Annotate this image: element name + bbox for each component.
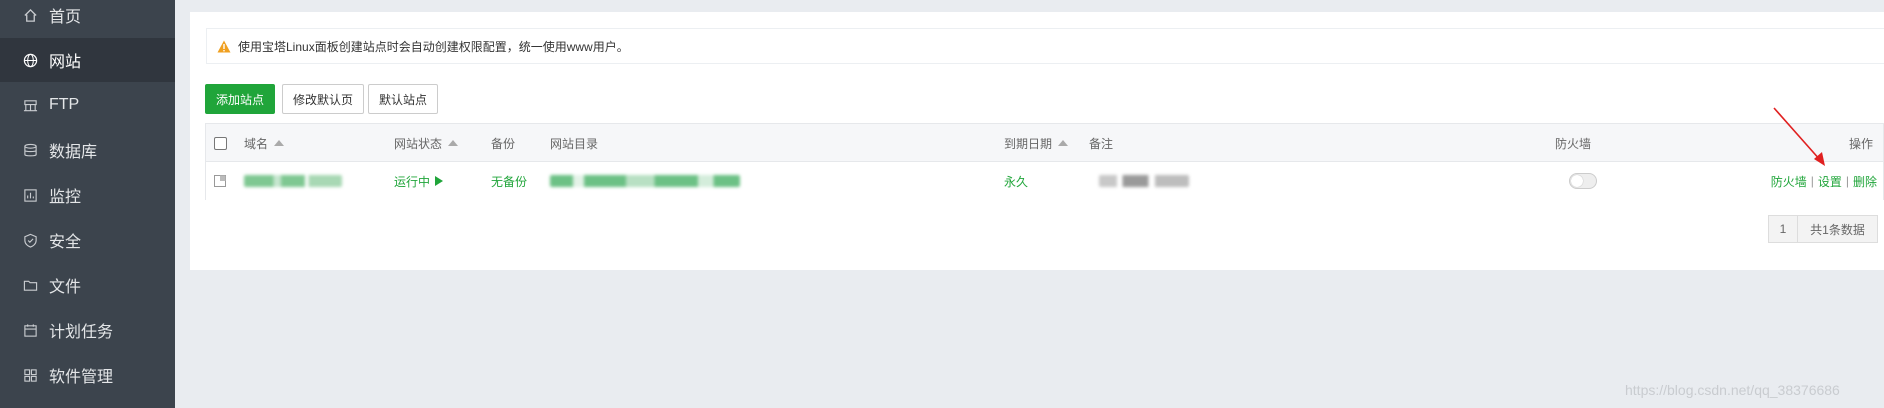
select-all-checkbox-cell[interactable] <box>214 124 227 162</box>
site-table: 域名 网站状态 备份 网站目录 到期日期 备注 防火墙 操作 运行中 无备份 永… <box>205 123 1884 200</box>
expire-date-link[interactable]: 永久 <box>1004 162 1028 200</box>
add-site-button[interactable]: 添加站点 <box>205 84 275 114</box>
ftp-icon <box>22 97 38 113</box>
default-site-button[interactable]: 默认站点 <box>368 84 438 114</box>
edit-default-page-button[interactable]: 修改默认页 <box>282 84 364 114</box>
database-icon <box>22 142 38 158</box>
sidebar-item-files[interactable]: 文件 <box>0 263 175 307</box>
sidebar-item-label: 监控 <box>49 189 82 206</box>
firewall-switch[interactable] <box>1569 173 1597 189</box>
status-text: 运行中 <box>394 174 431 189</box>
sidebar-item-label: 数据库 <box>49 144 98 161</box>
col-domain-label: 域名 <box>244 136 269 151</box>
monitor-icon <box>22 187 38 203</box>
pagination-total: 共1条数据 <box>1798 215 1878 243</box>
col-status-label: 网站状态 <box>394 136 443 151</box>
remark-field[interactable] <box>1099 162 1189 200</box>
col-status[interactable]: 网站状态 <box>394 124 459 162</box>
sidebar-item-website[interactable]: 网站 <box>0 38 175 82</box>
backup-link[interactable]: 无备份 <box>491 162 527 200</box>
col-domain[interactable]: 域名 <box>244 124 285 162</box>
shield-icon <box>22 232 38 248</box>
sidebar-item-label: FTP <box>49 96 80 113</box>
firewall-toggle[interactable] <box>1569 162 1597 200</box>
sidebar: 首页 网站 FTP 数据库 监控 安全 文件 计划任务 软件管理 <box>0 0 175 408</box>
row-expand-icon[interactable] <box>214 162 226 200</box>
col-backup: 备份 <box>491 136 516 151</box>
home-icon <box>22 7 38 23</box>
sidebar-item-ftp[interactable]: FTP <box>0 83 175 127</box>
col-expire[interactable]: 到期日期 <box>1004 124 1069 162</box>
warning-icon <box>217 40 231 53</box>
delete-action-link[interactable]: 删除 <box>1853 173 1877 190</box>
blurred-path <box>550 175 740 187</box>
firewall-action-link[interactable]: 防火墙 <box>1771 173 1807 190</box>
site-panel: 使用宝塔Linux面板创建站点时会自动创建权限配置，统一使用www用户。 添加站… <box>190 12 1884 270</box>
blurred-domain <box>244 175 342 187</box>
sidebar-item-label: 安全 <box>49 234 82 251</box>
table-row: 运行中 无备份 永久 防火墙 | 设置 | 删除 <box>206 162 1883 200</box>
sidebar-item-home[interactable]: 首页 <box>0 0 175 37</box>
notice-text: 使用宝塔Linux面板创建站点时会自动创建权限配置，统一使用www用户。 <box>238 39 629 54</box>
sidebar-item-label: 网站 <box>49 54 82 71</box>
sidebar-item-cron[interactable]: 计划任务 <box>0 308 175 352</box>
sidebar-item-software[interactable]: 软件管理 <box>0 353 175 397</box>
sort-up-icon[interactable] <box>448 140 459 146</box>
sidebar-item-monitor[interactable]: 监控 <box>0 173 175 217</box>
separator: | <box>1845 174 1849 188</box>
folder-icon <box>22 277 38 293</box>
status-toggle[interactable]: 运行中 <box>394 162 444 200</box>
sort-up-icon[interactable] <box>274 140 285 146</box>
sidebar-item-label: 首页 <box>49 9 82 26</box>
col-remark: 备注 <box>1089 136 1114 151</box>
col-root: 网站目录 <box>550 136 599 151</box>
globe-icon <box>22 52 38 68</box>
blurred-remark <box>1099 175 1189 187</box>
col-expire-label: 到期日期 <box>1004 136 1053 151</box>
site-root-link[interactable] <box>550 162 740 200</box>
notice-bar: 使用宝塔Linux面板创建站点时会自动创建权限配置，统一使用www用户。 <box>206 28 1884 64</box>
pagination-page[interactable]: 1 <box>1768 215 1798 243</box>
sidebar-item-label: 文件 <box>49 279 82 296</box>
annotation-arrow-icon <box>1773 107 1825 166</box>
watermark: https://blog.csdn.net/qq_38376686 <box>1625 382 1840 398</box>
sort-up-icon[interactable] <box>1058 140 1069 146</box>
separator: | <box>1810 174 1814 188</box>
sidebar-item-label: 软件管理 <box>49 369 114 386</box>
sidebar-item-label: 计划任务 <box>49 324 114 341</box>
grid-icon <box>22 367 38 383</box>
calendar-icon <box>22 322 38 338</box>
sidebar-item-security[interactable]: 安全 <box>0 218 175 262</box>
col-actions: 操作 <box>1849 136 1874 151</box>
site-domain-link[interactable] <box>244 162 342 200</box>
play-icon <box>435 176 444 186</box>
sidebar-item-database[interactable]: 数据库 <box>0 128 175 172</box>
table-header: 域名 网站状态 备份 网站目录 到期日期 备注 防火墙 操作 <box>206 124 1883 162</box>
settings-action-link[interactable]: 设置 <box>1818 173 1842 190</box>
col-firewall: 防火墙 <box>1555 136 1592 151</box>
select-all-checkbox[interactable] <box>214 136 227 150</box>
